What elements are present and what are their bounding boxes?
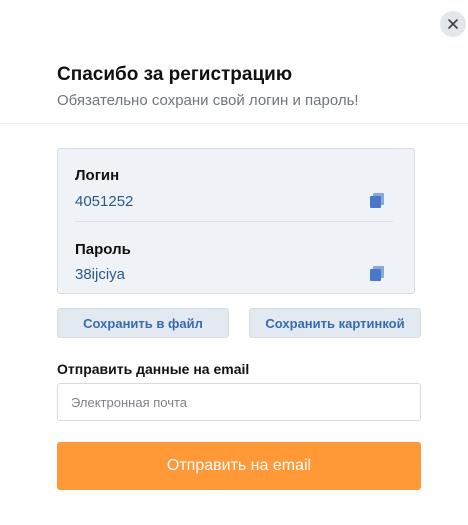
copy-login-icon[interactable] [368,192,386,210]
close-button[interactable] [440,11,466,37]
email-input[interactable] [57,383,421,421]
login-value[interactable]: 4051252 [75,193,133,210]
header-divider [0,123,468,124]
close-icon [448,19,458,29]
email-section-label: Отправить данные на email [57,361,250,377]
modal-subtitle: Обязательно сохрани свой логин и пароль! [57,92,359,109]
copy-password-icon[interactable] [368,265,386,283]
send-email-button[interactable]: Отправить на email [57,442,421,490]
modal-title: Спасибо за регистрацию [57,64,293,85]
save-as-image-button[interactable]: Сохранить картинкой [249,308,421,338]
credentials-divider [75,221,393,222]
password-label: Пароль [75,241,131,258]
credentials-box: Логин 4051252 Пароль 38ijciya [57,148,415,294]
login-label: Логин [75,167,120,184]
password-value[interactable]: 38ijciya [75,266,125,283]
save-to-file-button[interactable]: Сохранить в файл [57,308,229,338]
